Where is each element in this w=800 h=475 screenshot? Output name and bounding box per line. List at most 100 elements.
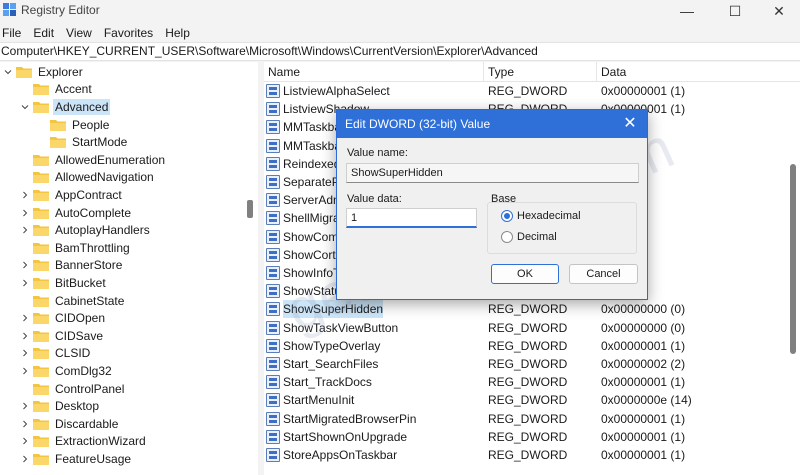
maximize-button[interactable]: ☐: [712, 0, 758, 22]
value-data: 0x00000001 (1): [601, 338, 686, 353]
column-type[interactable]: Type: [484, 62, 597, 82]
chevron-right-icon[interactable]: [19, 400, 31, 412]
chevron-right-icon[interactable]: [19, 365, 31, 377]
value-row[interactable]: ShowTaskViewButton REG_DWORD 0x00000000 (0…: [264, 319, 786, 337]
value-name: ShowTypeOverlay: [283, 338, 381, 353]
menu-file[interactable]: File: [0, 24, 29, 42]
value-row[interactable]: ListviewAlphaSelect REG_DWORD 0x00000001 (…: [264, 82, 786, 100]
ok-button[interactable]: OK: [491, 264, 559, 284]
tree-item[interactable]: CIDSave: [19, 327, 105, 345]
menu-help[interactable]: Help: [161, 24, 198, 42]
tree-item[interactable]: ExtractionWizard: [19, 433, 148, 451]
tree-item[interactable]: AllowedNavigation: [19, 169, 156, 187]
chevron-right-icon[interactable]: [19, 259, 31, 271]
tree-item[interactable]: CIDOpen: [19, 309, 107, 327]
chevron-right-icon[interactable]: [19, 347, 31, 359]
dialog-close-button[interactable]: ✕: [621, 110, 639, 138]
chevron-right-icon[interactable]: [19, 453, 31, 465]
chevron-right-icon[interactable]: [19, 224, 31, 236]
tree-scrollbar[interactable]: [244, 62, 258, 475]
chevron-down-icon[interactable]: [19, 101, 31, 113]
value-data-input[interactable]: [346, 208, 477, 228]
folder-icon: [33, 453, 49, 465]
tree-item[interactable]: Desktop: [19, 397, 101, 415]
chevron-right-icon[interactable]: [19, 312, 31, 324]
value-type: REG_DWORD: [488, 338, 568, 353]
minimize-button[interactable]: —: [664, 0, 710, 22]
tree-item[interactable]: BitBucket: [19, 274, 108, 292]
value-data: 0x00000001 (1): [601, 448, 686, 462]
chevron-right-icon[interactable]: [19, 435, 31, 447]
tree-item[interactable]: Discardable: [19, 415, 120, 433]
chevron-down-icon[interactable]: [2, 66, 14, 78]
reg-dword-icon: [266, 120, 280, 135]
chevron-right-icon[interactable]: [19, 330, 31, 342]
value-row[interactable]: ShowSuperHidden REG_DWORD 0x00000000 (0): [264, 300, 786, 319]
tree-item-label: StartMode: [72, 135, 128, 150]
address-bar[interactable]: Computer\HKEY_CURRENT_USER\Software\Micr…: [0, 42, 800, 61]
tree-item-label: AllowedNavigation: [55, 170, 154, 185]
folder-icon: [33, 365, 49, 377]
tree-item[interactable]: Accent: [19, 81, 94, 99]
chevron-right-icon[interactable]: [19, 418, 31, 430]
value-row[interactable]: Start_TrackDocs REG_DWORD 0x00000001 (1): [264, 373, 786, 391]
chevron-right-icon[interactable]: [19, 207, 31, 219]
tree-item[interactable]: Advanced: [19, 98, 111, 116]
column-name[interactable]: Name: [264, 62, 484, 82]
value-row[interactable]: Start_SearchFiles REG_DWORD 0x00000002 (2): [264, 355, 786, 373]
tree-item[interactable]: AllowedEnumeration: [19, 151, 167, 169]
tree-item[interactable]: ComDlg32: [19, 362, 114, 380]
tree-item[interactable]: CLSID: [19, 345, 92, 363]
tree-item[interactable]: BamThrottling: [19, 239, 132, 257]
reg-dword-icon: [266, 448, 280, 462]
value-name-cell: Start_TrackDocs: [266, 373, 372, 391]
radio-unselected-icon[interactable]: [501, 231, 513, 243]
value-row[interactable]: StartShownOnUpgrade REG_DWORD 0x00000001 (…: [264, 428, 786, 446]
tree-item-label: CIDOpen: [55, 311, 106, 326]
tree-item[interactable]: BannerStore: [19, 257, 124, 275]
maximize-icon: ☐: [728, 2, 742, 19]
menu-edit[interactable]: Edit: [29, 24, 62, 42]
value-type: REG_DWORD: [488, 375, 568, 390]
tree-item[interactable]: AutoplayHandlers: [19, 221, 152, 239]
reg-dword-icon: [266, 247, 280, 262]
menu-favorites[interactable]: Favorites: [100, 24, 161, 42]
tree-scroll-thumb[interactable]: [247, 200, 253, 218]
tree-item[interactable]: Explorer: [2, 63, 85, 81]
tree-item[interactable]: AutoComplete: [19, 204, 133, 222]
radio-hexadecimal[interactable]: Hexadecimal: [501, 210, 581, 222]
list-scrollbar[interactable]: [786, 82, 800, 475]
value-type: REG_DWORD: [488, 448, 568, 462]
reg-dword-icon: [266, 375, 280, 390]
hexadecimal-label: Hexadecimal: [517, 210, 581, 222]
folder-icon: [33, 312, 49, 325]
value-name: StartMigratedBrowserPin: [283, 411, 417, 426]
radio-decimal[interactable]: Decimal: [501, 231, 557, 243]
menu-view[interactable]: View: [62, 24, 100, 42]
tree-item[interactable]: StartMode: [36, 133, 129, 151]
tree-item-label: ExtractionWizard: [55, 434, 146, 449]
tree-item[interactable]: CabinetState: [19, 292, 126, 310]
tree-item[interactable]: AppContract: [19, 186, 124, 204]
value-row[interactable]: StoreAppsOnTaskbar REG_DWORD 0x00000001 (1…: [264, 446, 786, 464]
value-data: 0x00000002 (2): [601, 357, 686, 371]
close-window-button[interactable]: ✕: [756, 0, 800, 22]
value-row[interactable]: ShowTypeOverlay REG_DWORD 0x00000001 (1): [264, 337, 786, 355]
cancel-button[interactable]: Cancel: [569, 264, 638, 284]
reg-dword-icon: [266, 266, 280, 280]
chevron-right-icon[interactable]: [19, 277, 31, 289]
list-scroll-thumb[interactable]: [790, 164, 796, 354]
value-row[interactable]: StartMigratedBrowserPin REG_DWORD 0x000000…: [264, 410, 786, 428]
chevron-right-icon[interactable]: [19, 189, 31, 201]
tree-item-label: AutoplayHandlers: [55, 223, 150, 238]
column-data[interactable]: Data: [597, 62, 800, 82]
tree-item[interactable]: ControlPanel: [19, 380, 126, 398]
value-row[interactable]: StartMenuInit REG_DWORD 0x0000000e (14): [264, 391, 786, 409]
menu-bar: File Edit View Favorites Help: [0, 24, 198, 42]
tree-item[interactable]: People: [36, 116, 111, 134]
radio-selected-icon[interactable]: [501, 210, 513, 222]
tree-item[interactable]: FeatureUsage: [19, 450, 133, 468]
